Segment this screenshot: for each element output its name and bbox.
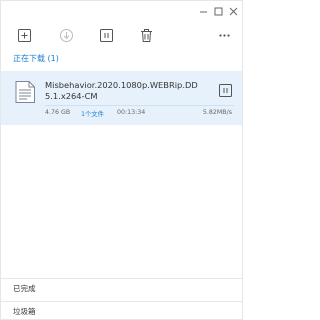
item-pause-button[interactable]	[219, 82, 232, 97]
progress-bar	[45, 105, 234, 106]
new-task-button[interactable]	[15, 26, 33, 44]
pause-icon	[219, 84, 232, 97]
close-button[interactable]	[226, 4, 240, 18]
trash-icon	[140, 28, 152, 42]
file-icon	[15, 81, 35, 107]
download-item[interactable]: Misbehavior.2020.1080p.WEBRip.DD5.1.x264…	[1, 71, 242, 125]
file-name: Misbehavior.2020.1080p.WEBRip.DD5.1.x264…	[45, 80, 198, 101]
maximize-button[interactable]	[211, 4, 225, 18]
file-size: 4.76 GB	[45, 109, 71, 116]
minimize-button[interactable]	[196, 4, 210, 18]
more-button[interactable]	[215, 26, 233, 44]
toolbar	[1, 23, 242, 47]
download-manager-window: 正在下载 (1) Misbehavior.2020.1080p.WEBRip.D…	[0, 0, 243, 320]
download-icon	[59, 28, 73, 42]
file-count-link[interactable]: 1个文件	[81, 109, 104, 118]
title-bar	[1, 1, 242, 21]
divider	[1, 301, 242, 302]
start-button[interactable]	[57, 26, 75, 44]
minimize-icon	[199, 11, 207, 12]
close-icon	[229, 7, 237, 15]
pause-icon	[99, 28, 113, 42]
divider	[1, 278, 242, 279]
trash-section-label[interactable]: 垃圾箱	[13, 306, 36, 317]
time-remaining: 00:13:34	[117, 109, 146, 116]
maximize-icon	[214, 7, 222, 15]
pause-all-button[interactable]	[97, 26, 115, 44]
download-speed: 5.82MB/s	[202, 109, 232, 116]
more-icon	[218, 33, 230, 37]
delete-button[interactable]	[137, 26, 155, 44]
completed-section-label[interactable]: 已完成	[13, 283, 36, 294]
downloading-section-label[interactable]: 正在下载 (1)	[13, 53, 59, 64]
add-icon	[17, 28, 31, 42]
